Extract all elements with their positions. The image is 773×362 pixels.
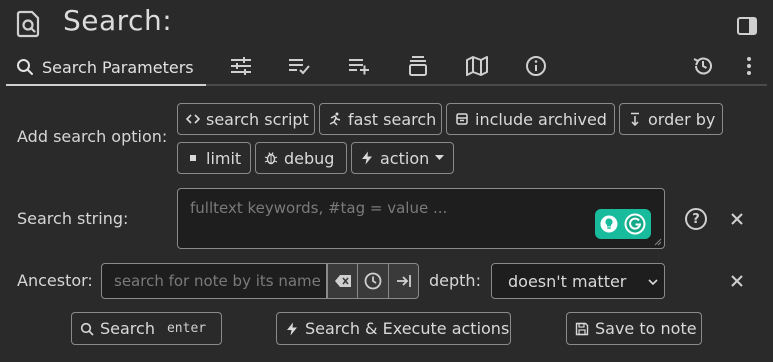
map-icon[interactable] bbox=[465, 54, 489, 78]
search-note-icon bbox=[16, 10, 42, 38]
button-label: search script bbox=[206, 109, 309, 129]
search-string-input[interactable]: fulltext keywords, #tag = value ... bbox=[177, 188, 665, 249]
search-shortcut-hint: enter bbox=[166, 321, 207, 336]
tab-search-parameters[interactable]: Search Parameters bbox=[8, 50, 206, 84]
save-icon bbox=[575, 322, 589, 335]
bulb-icon bbox=[600, 215, 618, 233]
stack-icon[interactable] bbox=[406, 54, 430, 78]
sort-icon bbox=[631, 112, 639, 126]
search-script-button[interactable]: search script bbox=[177, 103, 315, 135]
depth-value: doesn't matter bbox=[508, 271, 627, 291]
recent-notes-button[interactable] bbox=[358, 263, 389, 299]
code-icon bbox=[186, 114, 200, 124]
button-label: action bbox=[380, 148, 430, 168]
include-archived-button[interactable]: include archived bbox=[446, 103, 615, 135]
more-vertical-icon[interactable] bbox=[737, 54, 761, 78]
run-icon bbox=[329, 112, 341, 126]
debug-button[interactable]: debug bbox=[255, 142, 347, 174]
page-title: Search: bbox=[63, 4, 173, 37]
grammarly-logo-icon bbox=[624, 213, 646, 235]
clock-icon bbox=[364, 272, 382, 290]
remove-ancestor-icon[interactable] bbox=[728, 272, 746, 290]
toggle-right-pane-icon[interactable] bbox=[736, 15, 758, 37]
history-icon[interactable] bbox=[691, 54, 715, 78]
bug-icon bbox=[264, 152, 278, 165]
ancestor-input[interactable]: search for note by its name bbox=[101, 263, 327, 299]
help-icon[interactable]: ? bbox=[685, 208, 707, 230]
list-check-icon[interactable] bbox=[287, 54, 311, 78]
bolt-icon bbox=[362, 151, 372, 165]
depth-select[interactable]: doesn't matter bbox=[491, 263, 665, 299]
info-icon[interactable] bbox=[524, 54, 548, 78]
sliders-icon[interactable] bbox=[229, 54, 253, 78]
backspace-icon bbox=[334, 275, 351, 287]
search-execute-label: Search & Execute actions bbox=[305, 319, 510, 338]
search-string-label: Search string: bbox=[17, 209, 129, 228]
save-to-note-label: Save to note bbox=[595, 319, 697, 338]
search-execute-actions-button[interactable]: Search & Execute actions bbox=[276, 312, 511, 345]
remove-search-string-icon[interactable] bbox=[728, 210, 746, 228]
add-search-option-label: Add search option: bbox=[17, 127, 168, 146]
fast-search-button[interactable]: fast search bbox=[319, 103, 442, 135]
button-label: include archived bbox=[475, 109, 607, 129]
button-label: debug bbox=[284, 148, 335, 168]
search-button[interactable]: Search enter bbox=[71, 312, 222, 345]
button-label: order by bbox=[648, 109, 716, 129]
tab-label: Search Parameters bbox=[42, 57, 194, 77]
ribbon-active-indicator bbox=[6, 84, 206, 86]
limit-button[interactable]: limit bbox=[177, 142, 251, 174]
search-button-label: Search bbox=[100, 319, 155, 338]
save-to-note-button[interactable]: Save to note bbox=[566, 312, 702, 345]
action-dropdown-button[interactable]: action bbox=[351, 142, 454, 174]
square-icon bbox=[190, 155, 196, 161]
chevron-down-icon bbox=[648, 279, 658, 286]
arrow-to-right-icon bbox=[396, 275, 411, 287]
button-label: fast search bbox=[348, 109, 437, 129]
search-string-placeholder: fulltext keywords, #tag = value ... bbox=[190, 199, 448, 217]
bolt-icon bbox=[287, 322, 297, 335]
archive-icon bbox=[456, 113, 468, 125]
search-icon bbox=[16, 58, 34, 76]
jump-to-note-button[interactable] bbox=[389, 263, 419, 299]
ancestor-placeholder: search for note by its name bbox=[114, 272, 321, 290]
ancestor-label: Ancestor: bbox=[17, 271, 93, 290]
depth-label: depth: bbox=[429, 271, 481, 290]
resize-grip-icon bbox=[654, 238, 662, 246]
clear-ancestor-button[interactable] bbox=[327, 263, 358, 299]
search-icon bbox=[80, 322, 94, 336]
grammarly-widget[interactable] bbox=[595, 209, 651, 239]
button-label: limit bbox=[206, 148, 242, 168]
list-add-icon[interactable] bbox=[347, 54, 371, 78]
caret-down-icon bbox=[435, 155, 445, 160]
order-by-button[interactable]: order by bbox=[619, 103, 723, 135]
